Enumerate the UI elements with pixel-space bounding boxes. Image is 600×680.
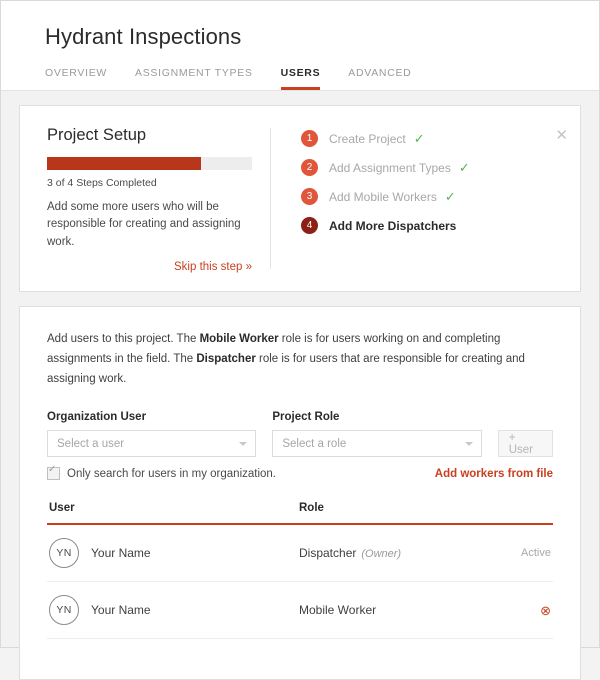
app-window: Hydrant Inspections OVERVIEW ASSIGNMENT …: [0, 0, 600, 648]
remove-user-icon[interactable]: ⊗: [491, 604, 551, 617]
users-table: User Role YN Your Name Dispatcher (Owner)…: [47, 502, 553, 639]
setup-progress-bar: [47, 157, 252, 170]
project-role-select[interactable]: Select a role: [272, 430, 481, 457]
tab-users[interactable]: USERS: [281, 67, 321, 90]
setup-progress-label: 3 of 4 Steps Completed: [47, 177, 252, 189]
status-badge: Active: [491, 547, 551, 559]
step-number-badge: 1: [301, 130, 318, 147]
column-header-role: Role: [299, 502, 491, 514]
organization-user-placeholder: Select a user: [57, 438, 124, 450]
add-user-form: Organization User Select a user Project …: [47, 411, 553, 457]
setup-description: Add some more users who will be responsi…: [47, 199, 252, 251]
user-name: Your Name: [91, 546, 151, 560]
step-label: Add More Dispatchers: [329, 219, 456, 233]
role-value: Mobile Worker: [299, 603, 376, 617]
table-row[interactable]: YN Your Name Mobile Worker ⊗: [47, 582, 553, 639]
step-number-badge: 2: [301, 159, 318, 176]
owner-tag: (Owner): [361, 548, 401, 560]
users-card: Add users to this project. The Mobile Wo…: [19, 306, 581, 680]
step-label: Add Assignment Types: [329, 161, 451, 175]
add-user-button[interactable]: + User: [498, 430, 553, 457]
step-label: Create Project: [329, 132, 406, 146]
avatar: YN: [49, 595, 79, 625]
role-value: Dispatcher: [299, 546, 356, 560]
users-description-part1: Add users to this project. The: [47, 333, 200, 345]
mobile-worker-term: Mobile Worker: [200, 333, 279, 345]
table-header-row: User Role: [47, 502, 553, 525]
column-header-user: User: [49, 502, 299, 514]
tab-bar: OVERVIEW ASSIGNMENT TYPES USERS ADVANCED: [45, 67, 555, 90]
setup-step-add-mobile-workers[interactable]: 3 Add Mobile Workers ✓: [301, 188, 566, 205]
role-cell: Dispatcher (Owner): [299, 546, 491, 560]
avatar: YN: [49, 538, 79, 568]
add-workers-from-file-link[interactable]: Add workers from file: [435, 468, 553, 480]
only-org-checkbox-label: Only search for users in my organization…: [67, 468, 276, 480]
tab-assignment-types[interactable]: ASSIGNMENT TYPES: [135, 67, 253, 90]
organization-user-select[interactable]: Select a user: [47, 430, 256, 457]
skip-step-link[interactable]: Skip this step »: [47, 261, 252, 273]
project-role-field: Project Role Select a role: [272, 411, 481, 457]
step-label: Add Mobile Workers: [329, 190, 437, 204]
project-role-placeholder: Select a role: [282, 438, 346, 450]
check-icon: ✓: [445, 190, 456, 203]
step-number-badge: 3: [301, 188, 318, 205]
organization-user-label: Organization User: [47, 411, 256, 423]
tab-overview[interactable]: OVERVIEW: [45, 67, 107, 90]
checkbox-icon[interactable]: [47, 467, 60, 480]
project-role-label: Project Role: [272, 411, 481, 423]
user-cell: YN Your Name: [49, 595, 299, 625]
project-setup-summary: Project Setup 3 of 4 Steps Completed Add…: [20, 126, 270, 273]
tab-advanced[interactable]: ADVANCED: [348, 67, 411, 90]
chevron-down-icon: [465, 442, 473, 446]
table-row[interactable]: YN Your Name Dispatcher (Owner) Active: [47, 525, 553, 582]
only-org-checkbox-row[interactable]: Only search for users in my organization…: [47, 467, 276, 480]
column-header-status: [491, 502, 551, 514]
setup-step-add-assignment-types[interactable]: 2 Add Assignment Types ✓: [301, 159, 566, 176]
organization-user-field: Organization User Select a user: [47, 411, 256, 457]
project-setup-heading: Project Setup: [47, 126, 252, 145]
setup-progress-fill: [47, 157, 201, 170]
page-title: Hydrant Inspections: [45, 25, 555, 49]
dispatcher-term: Dispatcher: [196, 353, 255, 365]
page-header: Hydrant Inspections OVERVIEW ASSIGNMENT …: [1, 1, 599, 91]
step-number-badge: 4: [301, 217, 318, 234]
users-description: Add users to this project. The Mobile Wo…: [47, 329, 553, 389]
check-icon: ✓: [414, 132, 425, 145]
setup-step-add-more-dispatchers[interactable]: 4 Add More Dispatchers: [301, 217, 566, 234]
project-setup-card: Project Setup 3 of 4 Steps Completed Add…: [19, 105, 581, 292]
check-icon: ✓: [459, 161, 470, 174]
user-name: Your Name: [91, 603, 151, 617]
chevron-down-icon: [239, 442, 247, 446]
setup-step-create-project[interactable]: 1 Create Project ✓: [301, 130, 566, 147]
form-options-row: Only search for users in my organization…: [47, 467, 553, 480]
close-icon[interactable]: ✕: [555, 128, 568, 143]
setup-steps-list: ✕ 1 Create Project ✓ 2 Add Assignment Ty…: [271, 126, 580, 273]
user-cell: YN Your Name: [49, 538, 299, 568]
role-cell: Mobile Worker: [299, 603, 491, 617]
